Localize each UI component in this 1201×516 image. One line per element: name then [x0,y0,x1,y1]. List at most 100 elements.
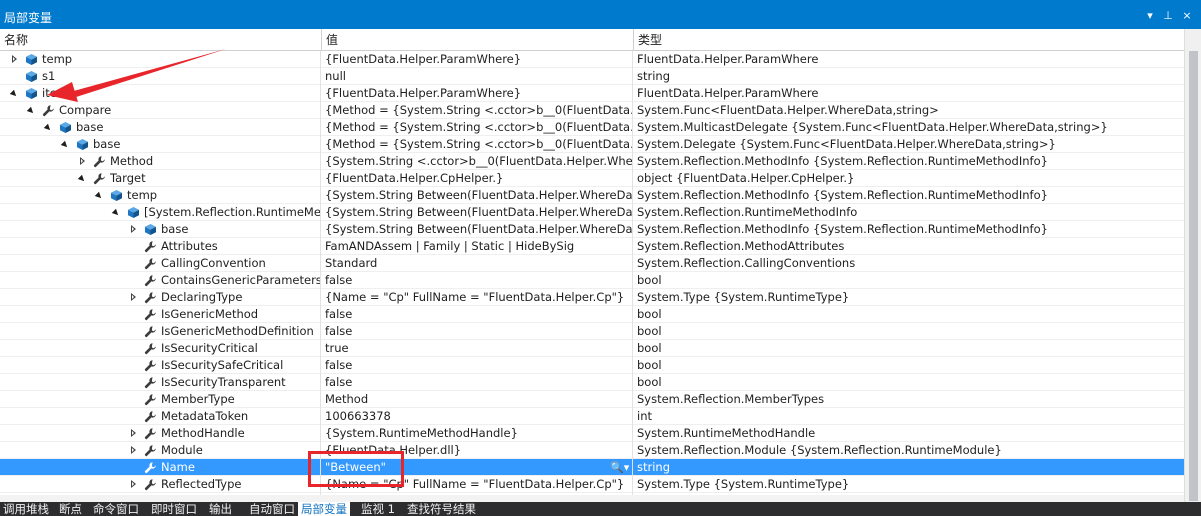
wrench-icon [144,325,157,338]
variable-row[interactable]: temp {System.String Between(FluentData.He… [0,187,1184,204]
tab-1[interactable]: 断点 [56,502,85,516]
variable-value[interactable]: {System.String Between(FluentData.Helper… [322,204,633,221]
collapse-arrow-icon[interactable] [77,170,89,187]
variable-row[interactable]: Module {FluentData.Helper.dll} System.Refl… [0,442,1184,459]
column-header-name[interactable]: 名称 [0,29,322,51]
variable-row[interactable]: Method {System.String <.cctor>b__0(Fluent… [0,153,1184,170]
variable-row[interactable]: IsGenericMethodDefinition false bool [0,323,1184,340]
variable-row[interactable]: Name "Between" string 🔍▾ [0,459,1184,476]
variable-name: IsSecurityCritical [161,341,258,355]
variable-name: IsSecurityTransparent [161,375,286,389]
variable-type: string [637,69,671,83]
tab-0[interactable]: 调用堆栈 [0,502,52,516]
variable-type: System.Type {System.RuntimeType} [637,290,850,304]
variable-name: temp [127,188,158,202]
variable-value[interactable]: false [322,357,633,374]
variable-row[interactable]: Target {FluentData.Helper.CpHelper.} objec… [0,170,1184,187]
variable-value[interactable]: false [322,323,633,340]
name-cell: Module [0,442,321,459]
tab-5[interactable]: 自动窗口 [246,502,298,516]
variable-row[interactable]: s1 null string [0,68,1184,85]
variable-name: ReflectedType [161,477,242,491]
variable-value[interactable]: false [322,374,633,391]
variable-value[interactable]: Method [322,391,633,408]
expand-arrow-icon[interactable] [128,476,140,493]
variable-value[interactable]: {FluentData.Helper.ParamWhere} [322,85,633,102]
variable-type: bool [637,375,662,389]
variable-row[interactable]: temp {FluentData.Helper.ParamWhere} Fluent… [0,51,1184,68]
tab-7[interactable]: 监视 1 [358,502,398,516]
tab-8[interactable]: 查找符号结果 [404,502,479,516]
collapse-arrow-icon[interactable] [94,187,106,204]
variable-value[interactable]: {System.String Between(FluentData.Helper… [322,187,633,204]
auto-hide-pin-button[interactable]: ⊥ [1161,9,1175,23]
variable-value[interactable]: false [322,306,633,323]
variable-row[interactable]: MemberType Method System.Reflection.Member… [0,391,1184,408]
variable-value[interactable]: 100663378 [322,408,633,425]
expand-arrow-icon[interactable] [128,425,140,442]
column-header-type[interactable]: 类型 [634,29,1184,51]
variable-row[interactable]: CallingConvention Standard System.Reflecti… [0,255,1184,272]
variable-row[interactable]: base {Method = {System.String <.cctor>b__… [0,119,1184,136]
variable-value[interactable]: {System.String <.cctor>b__0(FluentData.H… [322,153,633,170]
expand-arrow-icon[interactable] [77,153,89,170]
variable-row[interactable]: MetadataToken 100663378 int [0,408,1184,425]
name-cell: MethodHandle [0,425,321,442]
vertical-scrollbar[interactable] [1184,29,1201,502]
name-cell: MetadataToken [0,408,321,425]
variable-name: Attributes [161,239,218,253]
collapse-arrow-icon[interactable] [26,102,38,119]
expand-arrow-icon[interactable] [128,442,140,459]
name-cell: IsGenericMethod [0,306,321,323]
expand-arrow-icon[interactable] [128,221,140,238]
horizontal-scrollbar[interactable] [0,495,1184,502]
variable-row[interactable]: IsSecuritySafeCritical false bool [0,357,1184,374]
variable-row[interactable]: Compare {Method = {System.String <.cctor>… [0,102,1184,119]
wrench-icon [144,376,157,389]
variable-row[interactable]: Attributes FamANDAssem | Family | Static … [0,238,1184,255]
variable-value[interactable]: {FluentData.Helper.CpHelper.} [322,170,633,187]
scrollbar-thumb[interactable] [1189,51,1198,501]
collapse-arrow-icon[interactable] [111,204,123,221]
tab-4[interactable]: 输出 [206,502,235,516]
variable-value[interactable]: false [322,272,633,289]
variable-row[interactable]: item {FluentData.Helper.ParamWhere} Fluent… [0,85,1184,102]
variable-row[interactable]: ContainsGenericParameters false bool [0,272,1184,289]
variable-row[interactable]: base {Method = {System.String <.cctor>b__… [0,136,1184,153]
expand-arrow-icon[interactable] [9,51,21,68]
object-icon [59,121,72,134]
variable-row[interactable]: IsGenericMethod false bool [0,306,1184,323]
text-visualizer-magnifier-icon[interactable]: 🔍▾ [610,459,632,476]
variable-value[interactable]: {Method = {System.String <.cctor>b__0(Fl… [322,102,633,119]
variable-value[interactable]: {System.String Between(FluentData.Helper… [322,221,633,238]
variable-value[interactable]: {Method = {System.String <.cctor>b__0(Fl… [322,136,633,153]
tab-2[interactable]: 命令窗口 [90,502,142,516]
variable-value[interactable]: true [322,340,633,357]
variable-row[interactable]: DeclaringType {Name = "Cp" FullName = "Fl… [0,289,1184,306]
variable-value[interactable]: {System.RuntimeMethodHandle} [322,425,633,442]
variable-value[interactable]: FamANDAssem | Family | Static | HideBySi… [322,238,633,255]
tab-6[interactable]: 局部变量 [298,502,350,516]
variable-row[interactable]: IsSecurityCritical true bool [0,340,1184,357]
close-button[interactable]: × [1180,9,1194,23]
collapse-arrow-icon[interactable] [43,119,55,136]
column-headers: 名称 值 类型 [0,29,1184,51]
expand-arrow-icon[interactable] [128,289,140,306]
variable-row[interactable]: IsSecurityTransparent false bool [0,374,1184,391]
collapse-arrow-icon[interactable] [60,136,72,153]
variable-value[interactable]: null [322,68,633,85]
variable-type: System.Reflection.RuntimeMethodInfo [637,205,858,219]
variable-value[interactable]: Standard [322,255,633,272]
collapse-arrow-icon[interactable] [9,85,21,102]
variable-row[interactable]: MethodHandle {System.RuntimeMethodHandle}… [0,425,1184,442]
variable-value[interactable]: {Name = "Cp" FullName = "FluentData.Help… [322,289,633,306]
variable-row[interactable]: base {System.String Between(FluentData.He… [0,221,1184,238]
tab-3[interactable]: 即时窗口 [148,502,200,516]
variable-row[interactable]: [System.Reflection.RuntimeMeth {System.St… [0,204,1184,221]
variable-value[interactable]: {FluentData.Helper.ParamWhere} [322,51,633,68]
variable-value[interactable]: {Method = {System.String <.cctor>b__0(Fl… [322,119,633,136]
window-position-dropdown-button[interactable]: ▾ [1143,9,1157,23]
variable-type: System.Type {System.RuntimeType} [637,477,850,491]
variable-row[interactable]: ReflectedType {Name = "Cp" FullName = "Fl… [0,476,1184,493]
column-header-value[interactable]: 值 [322,29,634,51]
